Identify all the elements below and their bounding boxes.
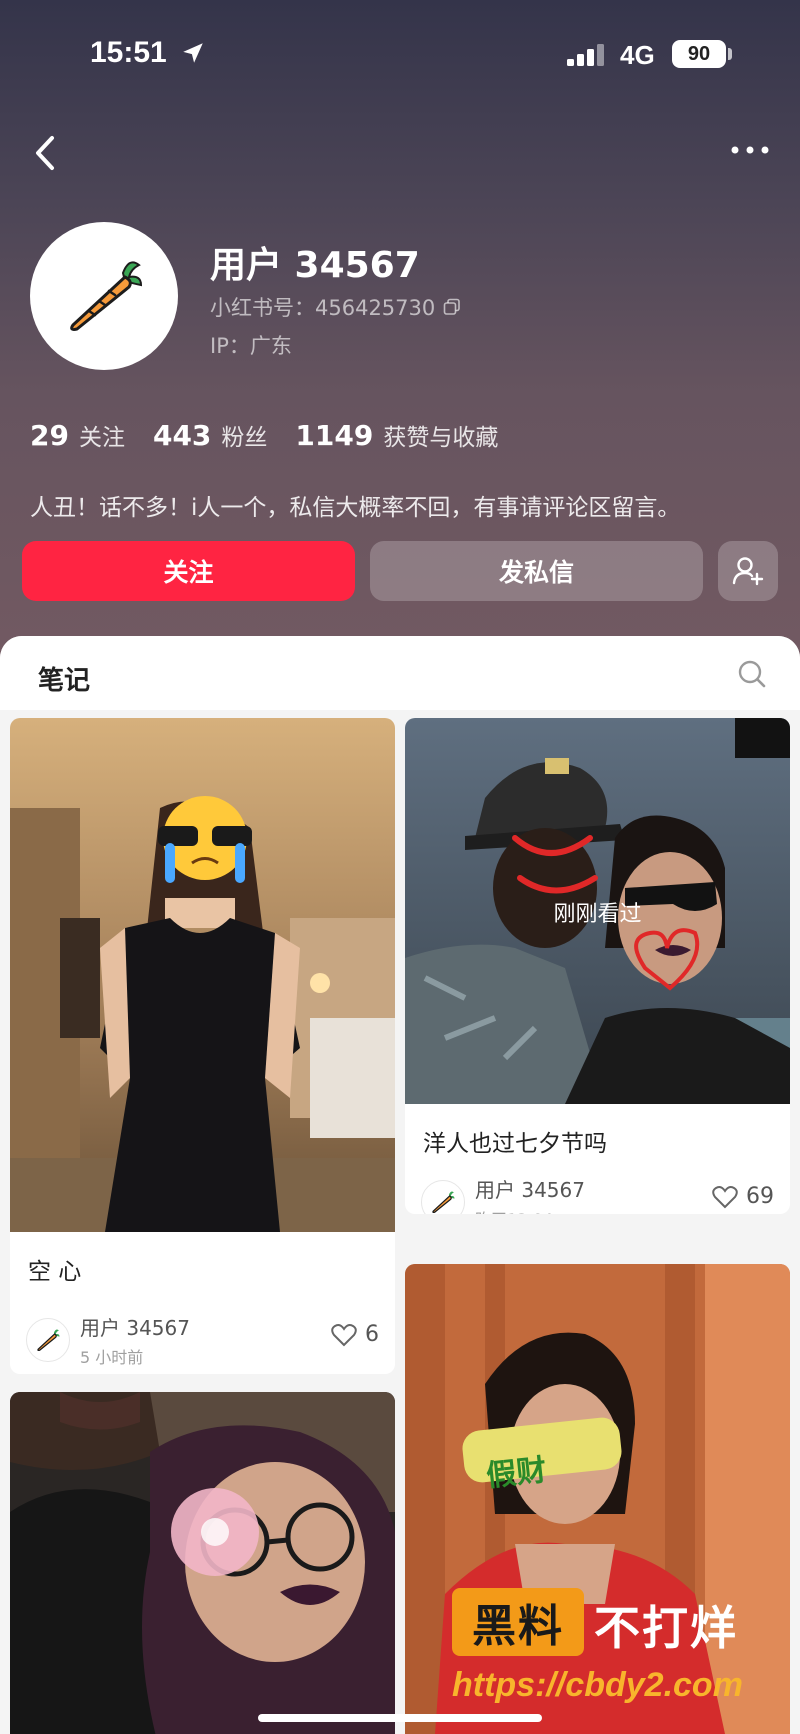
note-cover-image xyxy=(10,718,395,1232)
note-title: 空 心 xyxy=(28,1259,82,1285)
profile-stats: 29 关注 443 粉丝 1149 获赞与收藏 xyxy=(30,418,498,452)
home-indicator[interactable] xyxy=(258,1714,542,1722)
copy-icon[interactable] xyxy=(443,298,461,316)
stat-label: 关注 xyxy=(78,425,125,451)
stat-label: 粉丝 xyxy=(221,425,268,451)
stat-number: 443 xyxy=(152,419,212,452)
like-count: 69 xyxy=(746,1184,774,1209)
add-user-icon xyxy=(732,557,764,586)
redid-text: 小红书号：456425730 xyxy=(210,296,436,320)
heart-icon xyxy=(712,1185,738,1208)
notes-header: 笔记 xyxy=(0,636,800,710)
profile-redid: 小红书号：456425730 xyxy=(210,292,461,322)
carrot-icon xyxy=(70,261,143,331)
note-title: 洋人也过七夕节吗 xyxy=(423,1131,607,1157)
note-author[interactable]: 用户 34567 5 小时前 xyxy=(26,1312,190,1368)
recently-viewed-badge: 刚刚看过 xyxy=(553,902,642,927)
carrot-icon xyxy=(37,1329,60,1352)
stat-likes-collects[interactable]: 1149 获赞与收藏 xyxy=(295,418,498,452)
author-name: 用户 34567 xyxy=(80,1316,190,1340)
watermark-text: 不打烊 xyxy=(594,1601,738,1655)
note-card[interactable] xyxy=(405,1264,790,1734)
profile-bio: 人丑！话不多！i人一个，私信大概率不回，有事请评论区留言。 xyxy=(30,495,681,521)
note-cover-image xyxy=(10,1392,395,1734)
tab-notes[interactable]: 笔记 xyxy=(38,660,90,697)
stat-number: 29 xyxy=(30,419,69,452)
like-button[interactable]: 6 xyxy=(331,1322,379,1347)
cover-sticker-text: 假财 xyxy=(484,1452,549,1495)
like-count: 6 xyxy=(365,1322,379,1347)
battery-tip xyxy=(728,48,732,60)
stat-number: 1149 xyxy=(295,419,374,452)
watermark-url: https://cbdy2.com xyxy=(452,1666,743,1704)
profile-ip: IP：广东 xyxy=(210,334,292,358)
note-card[interactable] xyxy=(10,1392,395,1734)
more-options-icon[interactable] xyxy=(725,130,775,170)
send-message-button[interactable]: 发私信 xyxy=(370,541,703,601)
status-time: 15:51 xyxy=(90,36,167,69)
profile-username: 用户 34567 xyxy=(210,245,420,286)
heart-icon xyxy=(331,1323,357,1346)
signal-icon xyxy=(567,44,604,66)
note-card[interactable]: 刚刚看过 洋人也过七夕节吗 用户 34567 昨天13:04 69 xyxy=(405,718,790,1214)
note-card[interactable]: 空 心 用户 34567 5 小时前 6 xyxy=(10,718,395,1374)
author-info: 用户 34567 昨天13:04 xyxy=(475,1174,585,1214)
author-avatar xyxy=(26,1318,70,1362)
note-time: 5 小时前 xyxy=(80,1348,144,1367)
battery-indicator: 90 xyxy=(672,40,726,68)
location-arrow-icon xyxy=(183,43,203,63)
notes-panel: 笔记 空 心 用户 34567 5 小时前 6 刚刚看过 洋人也过七夕节吗 用户… xyxy=(0,636,800,1734)
author-name: 用户 34567 xyxy=(475,1178,585,1202)
network-label: 4G xyxy=(620,40,655,70)
note-author[interactable]: 用户 34567 昨天13:04 xyxy=(421,1174,585,1214)
carrot-icon xyxy=(432,1191,455,1214)
note-cover-image xyxy=(405,1264,790,1734)
note-time: 昨天13:04 xyxy=(475,1206,585,1214)
profile-avatar[interactable] xyxy=(30,222,178,370)
follow-button[interactable]: 关注 xyxy=(22,541,355,601)
add-friend-button[interactable] xyxy=(718,541,778,601)
author-avatar xyxy=(421,1180,465,1214)
stat-followers[interactable]: 443 粉丝 xyxy=(153,418,267,452)
watermark-badge: 黑料 xyxy=(452,1588,584,1656)
back-arrow-icon[interactable] xyxy=(28,130,64,176)
stat-following[interactable]: 29 关注 xyxy=(30,418,125,452)
author-info: 用户 34567 5 小时前 xyxy=(80,1312,190,1368)
stat-label: 获赞与收藏 xyxy=(383,425,499,451)
search-icon[interactable] xyxy=(736,658,768,690)
like-button[interactable]: 69 xyxy=(712,1184,774,1209)
